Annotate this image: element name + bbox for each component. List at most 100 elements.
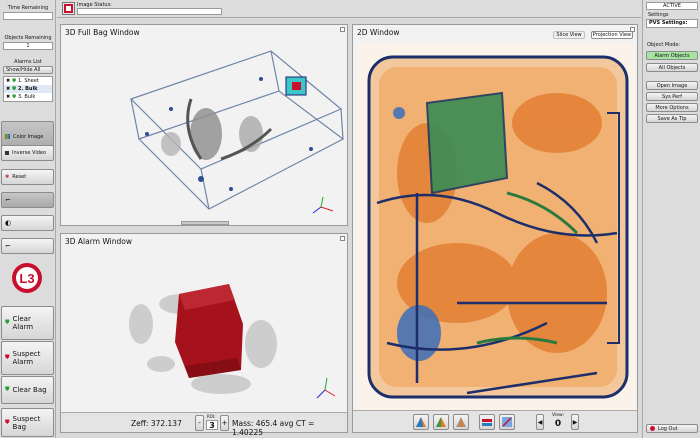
right-panel: ACTIVE Settings PVS Settings: Object Mod… (642, 0, 700, 438)
clear-alarm-icon: ⛊ (5, 319, 10, 326)
settings-label: Settings (648, 12, 669, 18)
color-image-icon (5, 134, 10, 139)
clear-bag-icon: ⛊ (5, 386, 10, 393)
alarm-objects-button[interactable]: Alarm Objects (646, 51, 698, 60)
reset-icon: ✱ (5, 174, 10, 180)
clear-bag-button[interactable]: ⛊ Clear Bag (1, 376, 54, 404)
time-remaining-label: Time Remaining (7, 5, 49, 11)
full-bag-title: 3D Full Bag Window (65, 28, 140, 37)
clear-alarm-label: Clear Alarm (12, 315, 34, 331)
color-image-label: Color Image (13, 133, 44, 140)
inverse-video-icon (5, 151, 9, 155)
status-icon (62, 2, 75, 15)
alarm-list-item[interactable]: ✖ ⛊ 2. Bulk (4, 85, 52, 93)
alarm-list-label: 2. Bulk (17, 86, 38, 92)
inverse-video-button[interactable]: Inverse Video (1, 145, 54, 161)
right-arrow-icon: ▶ (572, 418, 578, 426)
alarms-list: ✖ ⛊ 1. Sheet ✖ ⛊ 2. Bulk ✖ ⛊ 3. Bulk (3, 76, 53, 102)
status-badge: ACTIVE (646, 2, 698, 10)
maximize-icon[interactable] (340, 27, 345, 32)
pyramid-icon-2 (436, 417, 446, 427)
suspect-alarm-label: Suspect Alarm (12, 350, 41, 366)
image-status-field (77, 8, 222, 15)
log-out-button[interactable]: Log Out (646, 424, 698, 433)
maximize-icon[interactable] (630, 27, 635, 32)
roi-plus-button[interactable]: + (220, 415, 229, 431)
alarm-visibility-checkbox[interactable]: ✖ (6, 94, 10, 100)
objects-remaining-value: 1 (3, 42, 53, 50)
pyramid-icon-1 (416, 417, 426, 427)
mass-ct-value: Mass: 465.4 avg CT = 1.40225 (232, 419, 315, 437)
filter-button-4[interactable] (479, 414, 495, 430)
stop-icon (650, 426, 655, 431)
corner-icon: ⌐ (5, 242, 11, 250)
alarm-info-bar: Zeff: 372.137 - ROI: 3 + Mass: 465.4 avg… (61, 412, 347, 437)
clear-bag-label: Clear Bag (12, 386, 47, 394)
filter-button-1[interactable] (413, 414, 429, 430)
objects-remaining-label: Objects Remaining (4, 35, 52, 41)
alarms-list-label: Alarms List (14, 59, 42, 65)
slice-view-tab[interactable]: Slice View (553, 31, 585, 39)
log-out-label: Log Out (658, 425, 678, 432)
pyramid-icon-3 (456, 417, 466, 427)
zeff-value: Zeff: 372.137 (131, 419, 182, 428)
view-value: 0 (554, 419, 562, 429)
full-bag-render[interactable] (111, 39, 351, 219)
logo-text: L3 (19, 271, 34, 286)
suspect-bag-button[interactable]: ⛊ Suspect Bag (1, 408, 54, 437)
xray-image[interactable] (357, 43, 635, 411)
filter-button-5[interactable] (499, 414, 515, 430)
alarm-visibility-checkbox[interactable]: ✖ (6, 78, 10, 84)
more-options-button[interactable]: More Options (646, 103, 698, 112)
tool-button-2[interactable]: ◐ (1, 215, 54, 231)
inverse-video-label: Inverse Video (12, 150, 47, 156)
status-bar: Image Status: (57, 0, 641, 18)
pvs-settings: PVS Settings: (646, 19, 698, 28)
save-as-tip-button[interactable]: Save As Tip (646, 114, 698, 123)
view-prev-button[interactable]: ◀ (536, 414, 544, 430)
clear-alarm-button[interactable]: ⛊ Clear Alarm (1, 306, 54, 340)
splitter-handle[interactable] (181, 221, 229, 225)
left-arrow-icon: ◀ (537, 418, 543, 426)
window-2d-toolbar: ◀ View: 0 ▶ (353, 410, 637, 432)
contrast-icon: ◐ (5, 219, 12, 227)
tool-button-3[interactable]: ⌐ (1, 238, 54, 254)
filter-button-3[interactable] (453, 414, 469, 430)
alarm-render[interactable] (101, 254, 341, 410)
alarm-list-item[interactable]: ✖ ⛊ 1. Sheet (4, 77, 52, 85)
tool-button-1[interactable]: ⌐ (1, 192, 54, 208)
suspect-alarm-button[interactable]: ⛊ Suspect Alarm (1, 341, 54, 375)
maximize-icon[interactable] (340, 236, 345, 241)
show-hide-all-button[interactable]: Show/Hide All (3, 66, 53, 74)
roi-minus-button[interactable]: - (195, 415, 204, 431)
time-remaining-field (3, 12, 53, 20)
zoom-icon (502, 417, 512, 427)
view-label: View: (552, 413, 564, 418)
shield-icon: ⛊ (12, 86, 16, 92)
left-panel: Time Remaining Objects Remaining 1 Alarm… (0, 0, 56, 438)
sys-perf-button[interactable]: Sys Perf (646, 92, 698, 101)
alarm-visibility-checkbox[interactable]: ✖ (6, 86, 10, 92)
roi-label: ROI: (207, 414, 216, 419)
alarm-window-title: 3D Alarm Window (65, 237, 132, 246)
view-next-button[interactable]: ▶ (571, 414, 579, 430)
shield-icon: ⛊ (12, 78, 16, 84)
full-bag-window: 3D Full Bag Window (60, 24, 348, 226)
alarm-window: 3D Alarm Window Zeff: 372.137 - ROI: 3 +… (60, 233, 348, 437)
all-objects-button[interactable]: All Objects (646, 63, 698, 72)
projection-view-tab[interactable]: Projection View (591, 31, 633, 39)
open-image-button[interactable]: Open Image (646, 81, 698, 90)
alarm-list-item[interactable]: ✖ ⛊ 3. Bulk (4, 93, 52, 101)
reset-label: Reset (12, 174, 27, 180)
suspect-alarm-icon: ⛊ (5, 354, 10, 361)
filter-button-2[interactable] (433, 414, 449, 430)
reset-button[interactable]: ✱ Reset (1, 169, 54, 185)
alarm-list-label: 3. Bulk (17, 94, 36, 100)
roi-value: 3 (206, 420, 218, 430)
density-icon (482, 419, 492, 426)
l3-logo: L3 (9, 261, 45, 295)
shield-icon: ⛊ (12, 94, 16, 100)
crop-icon: ⌐ (5, 196, 11, 204)
suspect-bag-icon: ⛊ (5, 418, 10, 426)
suspect-bag-label: Suspect Bag (12, 414, 41, 431)
